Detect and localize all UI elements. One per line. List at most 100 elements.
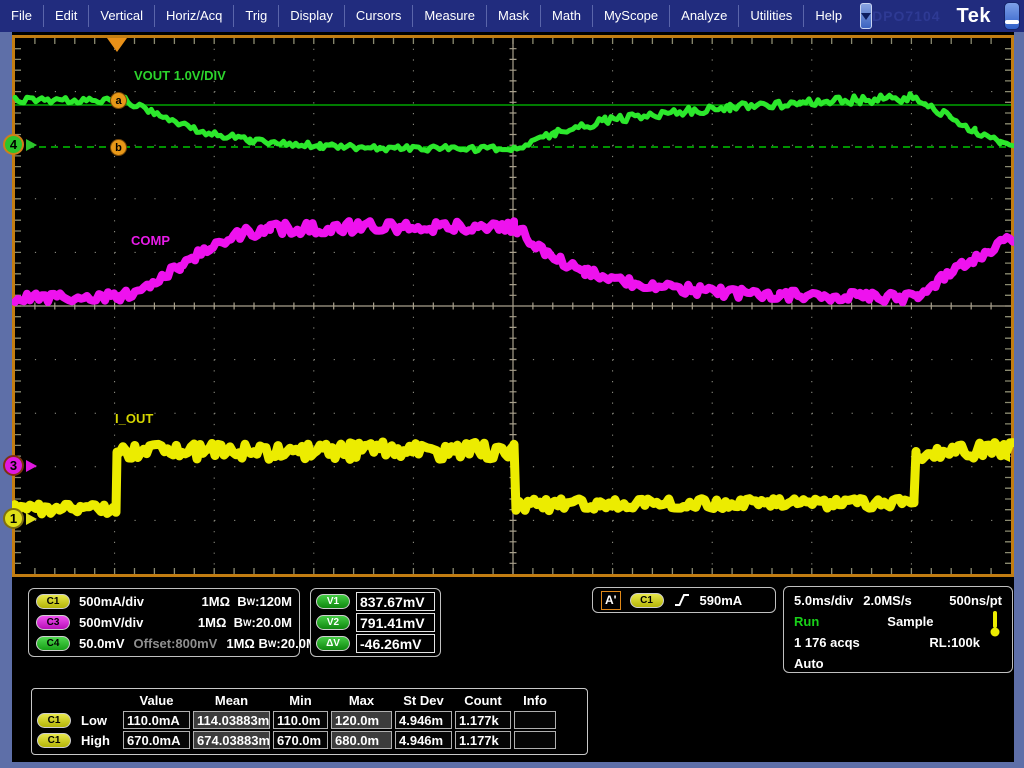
iout-trace-label[interactable]: I_OUT <box>115 411 153 426</box>
high-count: 1.177k <box>455 731 511 749</box>
channel-3-badge: 3 <box>3 455 24 476</box>
menu-cursors[interactable]: Cursors <box>345 5 414 27</box>
menu-math[interactable]: Math <box>541 5 593 27</box>
trig-mode-row: Auto <box>792 653 1004 674</box>
menu-help[interactable]: Help <box>804 5 853 27</box>
channel-4-arrow-icon <box>26 139 37 151</box>
menu-analyze[interactable]: Analyze <box>670 5 739 27</box>
v1-badge[interactable]: V1 <box>316 594 350 609</box>
acq-count: 1 176 acqs <box>794 635 860 650</box>
timebase-row: 5.0ms/div 2.0MS/s 500ns/pt <box>792 590 1004 611</box>
measurement-name: Low <box>81 713 107 728</box>
header-info: Info <box>514 692 556 709</box>
channel-4-badge: 4 <box>3 134 24 155</box>
menu-file[interactable]: File <box>0 5 44 27</box>
cursor-a-handle[interactable]: a <box>110 92 127 109</box>
table-corner <box>36 692 120 709</box>
low-min: 110.0m <box>273 711 328 729</box>
measurement-table: Value Mean Min Max St Dev Count Info C1 … <box>31 688 588 755</box>
high-stdev: 4.946m <box>395 731 452 749</box>
header-value: Value <box>123 692 190 709</box>
record-length: RL:100k <box>929 635 980 650</box>
c4-badge[interactable]: C4 <box>36 636 70 651</box>
header-mean: Mean <box>193 692 270 709</box>
high-max: 680.0m <box>331 731 392 749</box>
channel-1-badge: 1 <box>3 508 24 529</box>
channel-3-arrow-icon <box>26 460 37 472</box>
vout-trace-label[interactable]: VOUT 1.0V/DIV <box>134 68 226 83</box>
waveform-display[interactable] <box>12 35 1014 577</box>
model-label: DPO7104 <box>872 8 940 24</box>
delta-v-badge[interactable]: ΔV <box>316 636 350 651</box>
high-mean: 674.03883m <box>193 731 270 749</box>
acq-mode: Sample <box>887 614 933 629</box>
low-max: 120.0m <box>331 711 392 729</box>
measurement-row-label: C1 Low <box>36 713 120 728</box>
v1-value: 837.67mV <box>356 592 435 611</box>
channel-1-arrow-icon <box>26 513 37 525</box>
trigger-position-marker[interactable] <box>107 38 127 52</box>
c1-scale: 500mA/div <box>79 594 144 609</box>
menu-trig[interactable]: Trig <box>234 5 279 27</box>
timebase: 5.0ms/div <box>794 593 853 608</box>
oscilloscope-app: { "menu": { "items": ["File","Edit","Ver… <box>0 0 1024 768</box>
channel-1-marker[interactable]: 1 <box>3 508 37 529</box>
c4-offset: Offset:800mV <box>134 636 218 651</box>
header-count: Count <box>455 692 511 709</box>
channel-4-marker[interactable]: 4 <box>3 134 37 155</box>
measurement-name: High <box>81 733 110 748</box>
high-min: 670.0m <box>273 731 328 749</box>
measurement-row-label: C1 High <box>36 733 120 748</box>
trigger-readout-panel: A' C1 590mA <box>592 587 776 613</box>
menu-dropdown-button[interactable] <box>860 3 872 29</box>
c1-badge[interactable]: C1 <box>36 594 70 609</box>
cursor-b-handle[interactable]: b <box>110 139 127 156</box>
waveform-position-icon <box>989 610 1001 638</box>
comp-trace-label[interactable]: COMP <box>131 233 170 248</box>
sample-rate: 2.0MS/s <box>863 593 911 608</box>
channel-readout-panel: C1 500mA/div 1MΩ BW:120M C3 500mV/div 1M… <box>28 588 300 657</box>
acq-count-row: 1 176 acqs RL:100k <box>792 632 1004 653</box>
menu-horiz-acq[interactable]: Horiz/Acq <box>155 5 234 27</box>
run-state: Run <box>794 614 819 629</box>
low-stdev: 4.946m <box>395 711 452 729</box>
trigger-source-badge[interactable]: C1 <box>630 593 664 608</box>
low-mean: 114.03883m <box>193 711 270 729</box>
c4-impedance-bw: 1MΩ BW:20.0M <box>226 636 316 651</box>
rising-edge-icon <box>673 592 691 608</box>
run-state-row: Run Sample <box>792 611 1004 632</box>
menu-edit[interactable]: Edit <box>44 5 89 27</box>
trigger-level: 590mA <box>700 593 743 608</box>
low-value: 110.0mA <box>123 711 190 729</box>
tek-logo: Tek <box>957 5 991 28</box>
c1-high-badge[interactable]: C1 <box>37 733 71 748</box>
c4-scale: 50.0mV <box>79 636 125 651</box>
c3-impedance-bw: 1MΩ BW:20.0M <box>198 615 292 630</box>
delta-v-row: ΔV -46.26mV <box>316 633 435 654</box>
menu-myscope[interactable]: MyScope <box>593 5 670 27</box>
v2-row: V2 791.41mV <box>316 612 435 633</box>
c3-badge[interactable]: C3 <box>36 615 70 630</box>
menu-display[interactable]: Display <box>279 5 345 27</box>
menu-bar: File Edit Vertical Horiz/Acq Trig Displa… <box>0 0 1024 32</box>
c1-low-badge[interactable]: C1 <box>37 713 71 728</box>
channel-3-marker[interactable]: 3 <box>3 455 37 476</box>
header-min: Min <box>273 692 328 709</box>
trigger-mode: Auto <box>794 656 824 671</box>
chevron-down-icon <box>861 13 871 20</box>
c4-readout-row: C4 50.0mV Offset:800mV 1MΩ BW:20.0M <box>32 633 296 654</box>
c1-impedance-bw: 1MΩ BW:120M <box>202 594 292 609</box>
trigger-source-prefix: A' <box>601 591 621 610</box>
resolution: 500ns/pt <box>949 593 1002 608</box>
high-info <box>514 731 556 749</box>
minimize-icon <box>1005 20 1019 24</box>
menu-vertical[interactable]: Vertical <box>89 5 155 27</box>
minimize-button[interactable] <box>1004 2 1020 30</box>
menu-mask[interactable]: Mask <box>487 5 541 27</box>
header-max: Max <box>331 692 392 709</box>
delta-v-value: -46.26mV <box>356 634 435 653</box>
low-count: 1.177k <box>455 711 511 729</box>
menu-utilities[interactable]: Utilities <box>739 5 804 27</box>
v2-badge[interactable]: V2 <box>316 615 350 630</box>
menu-measure[interactable]: Measure <box>413 5 487 27</box>
